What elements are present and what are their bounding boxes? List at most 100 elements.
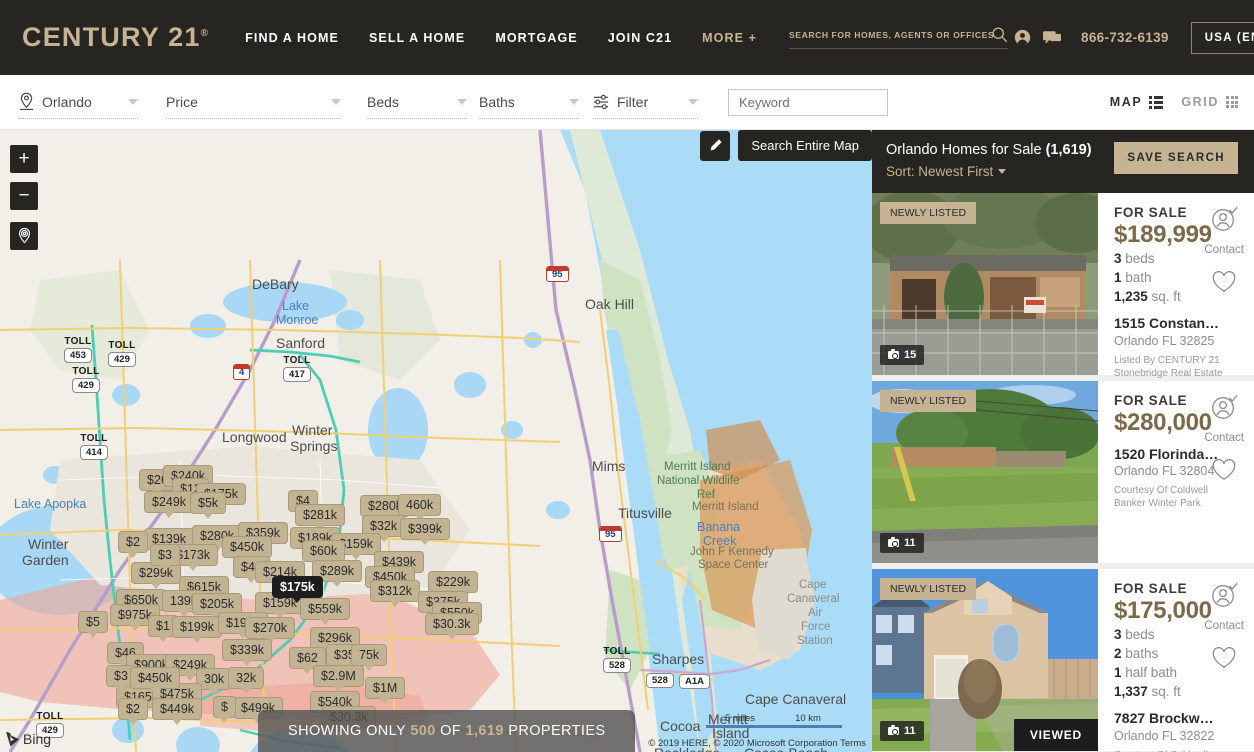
newly-listed-badge: NEWLY LISTED: [880, 390, 976, 412]
nav-more[interactable]: MORE +: [702, 31, 757, 45]
listings-header: Orlando Homes for Sale (1,619) Sort: New…: [872, 130, 1254, 193]
location-pin-icon: [18, 92, 35, 111]
showing-middle: OF: [440, 723, 461, 739]
newly-listed-badge: NEWLY LISTED: [880, 202, 976, 224]
bing-mark-icon: [6, 732, 19, 747]
price-marker[interactable]: 32k: [228, 667, 264, 689]
photo-count-badge: 15: [880, 345, 924, 365]
price-marker[interactable]: $2: [118, 531, 148, 553]
price-marker[interactable]: $559k: [300, 598, 350, 620]
save-search-button[interactable]: SAVE SEARCH: [1114, 142, 1238, 174]
price-marker[interactable]: $3: [150, 544, 180, 566]
contact-label: Contact: [1204, 244, 1244, 256]
baths-filter[interactable]: Baths: [479, 85, 579, 119]
price-marker[interactable]: $339k: [222, 639, 272, 661]
price-marker[interactable]: $399k: [400, 518, 450, 540]
price-marker-selected[interactable]: $175k: [272, 576, 323, 598]
sliders-icon: [593, 94, 610, 110]
zoom-in-button[interactable]: +: [10, 145, 38, 173]
contact-agent-icon[interactable]: [1210, 205, 1238, 238]
listing-card[interactable]: NEWLY LISTED11FOR SALE$280,0001520 Flori…: [872, 381, 1254, 563]
nav-find-a-home[interactable]: FIND A HOME: [245, 31, 339, 45]
listings-title: Orlando Homes for Sale (1,619): [886, 142, 1092, 158]
price-marker[interactable]: $312k: [370, 580, 420, 602]
price-marker[interactable]: $249k: [144, 491, 194, 513]
chat-icon[interactable]: [1043, 30, 1061, 45]
map-top-controls: Search Entire Map: [700, 130, 872, 161]
showing-total: 1,619: [466, 723, 504, 739]
baths-value: Baths: [479, 94, 515, 110]
photo-count-badge: 11: [880, 721, 924, 741]
price-marker[interactable]: $199k: [172, 616, 222, 638]
chevron-down-icon: [688, 99, 698, 105]
price-marker[interactable]: 75k: [351, 644, 387, 666]
beds-filter[interactable]: Beds: [367, 85, 467, 119]
nav-mortgage[interactable]: MORTGAGE: [495, 31, 577, 45]
map-panel[interactable]: DeBaryLakeMonroeSanfordOak HillLongwoodW…: [0, 130, 872, 752]
main-nav: FIND A HOME SELL A HOME MORTGAGE JOIN C2…: [245, 31, 757, 45]
pencil-icon: [708, 138, 723, 153]
price-marker[interactable]: $60k: [302, 540, 345, 562]
zoom-out-button[interactable]: −: [10, 182, 38, 210]
price-marker[interactable]: $270k: [245, 617, 295, 639]
listing-city-state-zip: Orlando FL 32825: [1114, 334, 1244, 348]
price-marker[interactable]: $281k: [295, 504, 345, 526]
search-icon[interactable]: [991, 26, 1008, 43]
price-marker[interactable]: $2: [118, 698, 148, 720]
scale-miles: 5 miles: [706, 713, 774, 728]
price-marker[interactable]: $229k: [428, 571, 478, 593]
header-search-input[interactable]: SEARCH FOR HOMES, AGENTS OR OFFICES: [789, 30, 985, 40]
camera-icon: [888, 539, 899, 547]
price-marker[interactable]: $5k: [190, 492, 226, 514]
draw-tool-button[interactable]: [700, 131, 730, 161]
price-marker[interactable]: $449k: [152, 698, 202, 720]
header-search[interactable]: SEARCH FOR HOMES, AGENTS OR OFFICES: [789, 26, 1008, 49]
price-marker[interactable]: $450k: [222, 536, 272, 558]
nav-sell-a-home[interactable]: SELL A HOME: [369, 31, 465, 45]
search-entire-map-button[interactable]: Search Entire Map: [738, 130, 872, 161]
map-view-toggle[interactable]: MAP: [1110, 95, 1164, 109]
listing-card[interactable]: NEWLY LISTED15FOR SALE$189,9993 beds1 ba…: [872, 193, 1254, 375]
favorite-heart-icon[interactable]: [1211, 270, 1237, 299]
keyword-input[interactable]: Keyword: [728, 89, 888, 116]
main-content: DeBaryLakeMonroeSanfordOak HillLongwoodW…: [0, 130, 1254, 752]
contact-label: Contact: [1204, 432, 1244, 444]
listings-panel[interactable]: Orlando Homes for Sale (1,619) Sort: New…: [872, 130, 1254, 752]
language-selector[interactable]: USA (ENGLISH): [1191, 22, 1254, 54]
price-marker[interactable]: $: [213, 696, 236, 718]
listing-photo[interactable]: NEWLY LISTED11VIEWED: [872, 569, 1098, 751]
price-value: Price: [166, 94, 198, 110]
price-marker[interactable]: 460k: [398, 494, 441, 516]
listing-baths-value: 1: [1114, 270, 1122, 285]
bing-logo[interactable]: Bing: [6, 731, 51, 747]
listing-half-bath-value: 1: [1114, 665, 1122, 680]
price-marker[interactable]: $2.9M: [313, 665, 364, 687]
grid-view-toggle[interactable]: GRID: [1181, 95, 1238, 109]
listings-count: (1,619): [1046, 142, 1092, 158]
listing-photo[interactable]: NEWLY LISTED11: [872, 381, 1098, 563]
sort-dropdown[interactable]: Sort: Newest First: [886, 164, 1092, 179]
contact-agent-icon[interactable]: [1210, 393, 1238, 426]
favorite-heart-icon[interactable]: [1211, 458, 1237, 487]
header-icon-group: [1014, 29, 1061, 46]
listing-sqft-value: 1,235: [1114, 289, 1148, 304]
account-icon[interactable]: [1014, 29, 1031, 46]
list-icon: [1149, 96, 1163, 109]
price-marker[interactable]: $5: [78, 611, 108, 633]
location-filter[interactable]: Orlando: [18, 85, 138, 119]
price-filter[interactable]: Price: [166, 85, 341, 119]
century21-logo[interactable]: CENTURY 21®: [22, 22, 209, 53]
listing-photo[interactable]: NEWLY LISTED 15: [872, 193, 1098, 375]
price-marker[interactable]: $30.3k: [425, 613, 479, 635]
listing-card[interactable]: NEWLY LISTED11VIEWEDFOR SALE$175,0003 be…: [872, 569, 1254, 751]
locate-me-button[interactable]: [10, 222, 38, 250]
nav-join-c21[interactable]: JOIN C21: [608, 31, 672, 45]
phone-number[interactable]: 866-732-6139: [1081, 30, 1169, 45]
price-marker[interactable]: $450k: [130, 667, 180, 689]
favorite-heart-icon[interactable]: [1211, 646, 1237, 675]
price-marker[interactable]: $1M: [365, 677, 405, 699]
more-filters[interactable]: Filter: [593, 85, 698, 119]
contact-agent-icon[interactable]: [1210, 581, 1238, 614]
map-toggle-label: MAP: [1110, 95, 1143, 109]
scale-km: 10 km: [774, 713, 842, 728]
